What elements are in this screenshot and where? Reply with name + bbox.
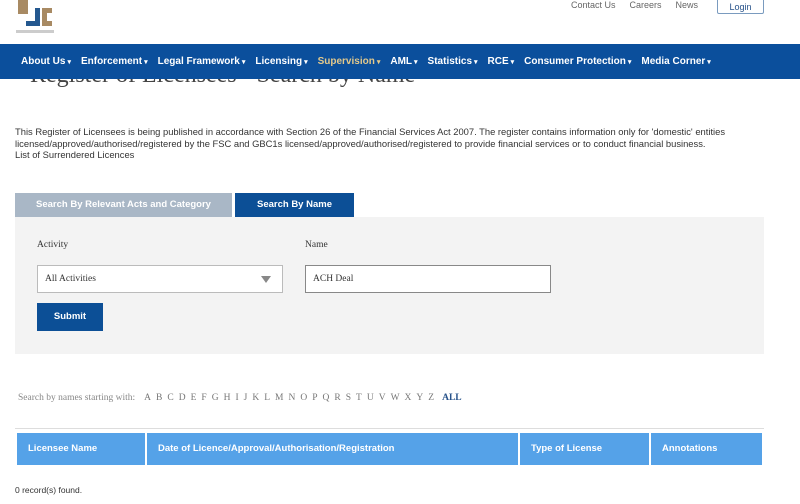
alphabet-filter: Search by names starting with: ABCDEFGHI… (18, 393, 462, 403)
nav-item-label: Supervision (317, 56, 375, 67)
nav-item-label: About Us (21, 56, 66, 67)
caret-down-icon: ▾ (707, 59, 711, 66)
letter-w[interactable]: W (391, 393, 400, 403)
records-count: 0 record(s) found. (15, 485, 83, 495)
letter-n[interactable]: N (288, 393, 295, 403)
letter-u[interactable]: U (367, 393, 374, 403)
activity-select[interactable]: All Activities (37, 265, 283, 293)
divider (15, 428, 764, 429)
tab-search-by-name[interactable]: Search By Name (235, 193, 354, 217)
intro-paragraph: This Register of Licensees is being publ… (15, 126, 726, 149)
caret-down-icon: ▾ (510, 59, 515, 66)
dropdown-arrow-icon (261, 276, 271, 283)
letter-r[interactable]: R (334, 393, 340, 403)
letter-f[interactable]: F (201, 393, 206, 403)
nav-item-label: Media Corner (641, 56, 706, 67)
nav-item-consumer-protection[interactable]: Consumer Protection ▾ (524, 56, 631, 67)
letter-m[interactable]: M (275, 393, 283, 403)
letter-j[interactable]: J (244, 393, 248, 403)
intro-text: This Register of Licensees is being publ… (15, 126, 775, 161)
submit-button[interactable]: Submit (37, 303, 103, 331)
activity-value: All Activities (45, 274, 96, 284)
letter-b[interactable]: B (156, 393, 162, 403)
nav-item-label: Statistics (427, 56, 473, 67)
nav-item-label: AML (390, 56, 413, 67)
letter-p[interactable]: P (312, 393, 317, 403)
name-label: Name (305, 240, 328, 250)
col-annotations[interactable]: Annotations (651, 433, 762, 465)
caret-down-icon: ▾ (414, 59, 418, 66)
letter-i[interactable]: I (235, 393, 238, 403)
name-input[interactable]: ACH Deal (305, 265, 551, 293)
caret-down-icon: ▾ (304, 59, 308, 66)
nav-item-label: Consumer Protection (524, 56, 626, 67)
caret-down-icon: ▾ (144, 59, 148, 66)
nav-item-statistics[interactable]: Statistics ▾ (428, 56, 478, 67)
news-link[interactable]: News (676, 0, 699, 10)
letter-d[interactable]: D (179, 393, 186, 403)
surrendered-licences-link[interactable]: List of Surrendered Licences (15, 149, 775, 161)
activity-label: Activity (37, 240, 69, 250)
caret-down-icon: ▾ (627, 59, 632, 66)
nav-item-media-corner[interactable]: Media Corner ▾ (641, 56, 710, 67)
letter-all[interactable]: ALL (442, 393, 462, 403)
letter-s[interactable]: S (346, 393, 351, 403)
letter-e[interactable]: E (191, 393, 197, 403)
caret-down-icon: ▾ (376, 59, 381, 66)
tab-search-by-acts[interactable]: Search By Relevant Acts and Category (15, 193, 232, 217)
nav-item-aml[interactable]: AML ▾ (390, 56, 417, 67)
nav-item-label: Legal Framework (157, 56, 240, 67)
letter-q[interactable]: Q (323, 393, 330, 403)
main-nav: About Us ▾ Enforcement ▾ Legal Framework ▾ Lic… (0, 44, 800, 79)
letter-k[interactable]: K (252, 393, 259, 403)
letter-v[interactable]: V (379, 393, 386, 403)
col-licensee-name[interactable]: Licensee Name (17, 433, 145, 465)
caret-down-icon: ▾ (67, 59, 71, 66)
letter-h[interactable]: H (224, 393, 231, 403)
nav-item-label: RCE (487, 56, 509, 67)
fsc-logo[interactable] (16, 0, 54, 38)
letter-t[interactable]: T (356, 393, 362, 403)
nav-item-about-us[interactable]: About Us ▾ (21, 56, 71, 67)
nav-item-label: Licensing (255, 56, 303, 67)
caret-down-icon: ▾ (241, 59, 246, 66)
letter-l[interactable]: L (264, 393, 270, 403)
alphabet-label: Search by names starting with: (18, 393, 136, 403)
login-button[interactable]: Login (717, 0, 764, 14)
letter-z[interactable]: Z (428, 393, 434, 403)
letter-y[interactable]: Y (416, 393, 423, 403)
letter-o[interactable]: O (300, 393, 307, 403)
careers-link[interactable]: Careers (630, 0, 662, 10)
nav-item-label: Enforcement (80, 56, 143, 67)
contact-us-link[interactable]: Contact Us (571, 0, 616, 10)
nav-item-legal-framework[interactable]: Legal Framework ▾ (158, 56, 246, 67)
nav-item-supervision[interactable]: Supervision ▾ (318, 56, 381, 67)
col-date-of-licence[interactable]: Date of Licence/Approval/Authorisation/R… (147, 433, 518, 465)
letter-a[interactable]: A (144, 393, 151, 403)
nav-item-licensing[interactable]: Licensing ▾ (255, 56, 307, 67)
letter-c[interactable]: C (167, 393, 173, 403)
nav-item-rce[interactable]: RCE ▾ (488, 56, 515, 67)
col-type-of-license[interactable]: Type of License (520, 433, 649, 465)
letter-x[interactable]: X (405, 393, 412, 403)
nav-item-enforcement[interactable]: Enforcement ▾ (81, 56, 148, 67)
letter-g[interactable]: G (212, 393, 219, 403)
top-links: Contact Us Careers News (571, 0, 698, 10)
caret-down-icon: ▾ (474, 59, 478, 66)
